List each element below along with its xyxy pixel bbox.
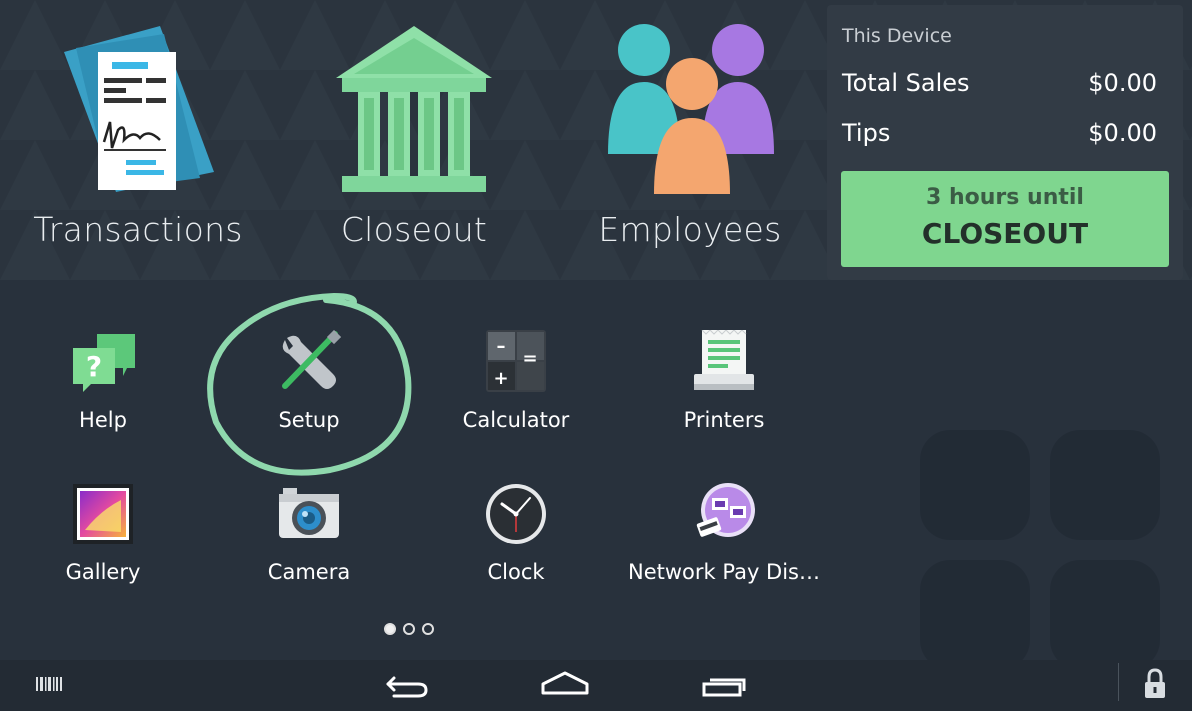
closeout-button-subtitle: 3 hours until [926,185,1084,210]
network-pay-display-icon [696,483,755,537]
transactions-icon [64,26,214,192]
back-icon[interactable] [382,660,430,711]
device-panel: This Device Total Sales $0.00 Tips $0.00… [827,5,1183,280]
app-calculator[interactable]: – = + Calculator [416,330,616,460]
app-camera[interactable]: Camera [209,482,409,612]
tile-transactions[interactable]: Transactions [0,0,276,280]
app-gallery[interactable]: Gallery [3,482,203,612]
page-dot [403,623,415,635]
tile-label: Closeout [340,210,488,249]
app-label: Gallery [65,560,141,584]
printer-icon [694,330,754,390]
app-printers[interactable]: Printers [624,330,824,460]
app-label: Camera [267,560,351,584]
highlight-circle [207,292,412,476]
app-label: Printers [683,408,765,432]
closeout-button-title: CLOSEOUT [921,217,1089,250]
tile-label: Employees [598,210,782,249]
svg-text:+: + [493,368,508,389]
home-icon[interactable] [540,660,590,711]
tips-value: $0.00 [1088,119,1157,147]
app-label: Help [79,408,127,432]
camera-icon [279,488,339,538]
svg-text:–: – [497,336,506,357]
employees-icon [608,24,774,194]
lock-icon[interactable] [1140,660,1170,711]
svg-text:=: = [522,348,537,369]
app-network-pay-display[interactable]: Network Pay Dis… [624,482,824,612]
gallery-icon [73,484,133,544]
navbar-divider [1118,663,1119,701]
background-logo-icon [920,430,1160,670]
bank-icon [336,26,492,192]
total-sales-label: Total Sales [842,69,970,97]
app-label: Network Pay Dis… [628,560,820,584]
device-panel-title: This Device [842,25,952,47]
clock-icon [486,484,546,544]
tile-label: Transactions [33,210,243,249]
app-label: Clock [487,560,545,584]
page-dot-active [384,623,396,635]
app-label: Calculator [462,408,570,432]
svg-text:?: ? [86,350,102,383]
recent-apps-icon[interactable] [700,660,748,711]
tile-employees[interactable]: Employees [552,0,828,280]
tile-closeout[interactable]: Closeout [276,0,552,280]
total-sales-value: $0.00 [1088,69,1157,97]
app-help[interactable]: ? Help [3,330,203,460]
help-icon: ? [73,334,135,392]
app-clock[interactable]: Clock [416,482,616,612]
page-indicator [384,623,444,639]
tips-label: Tips [842,119,891,147]
closeout-button[interactable]: 3 hours until CLOSEOUT [841,171,1169,267]
barcode-icon[interactable] [34,660,64,711]
navigation-bar [0,660,1192,711]
calculator-icon: – = + [486,330,546,392]
home-screen: Transactions Closeout Employees This Dev… [0,0,1192,711]
page-dot [422,623,434,635]
